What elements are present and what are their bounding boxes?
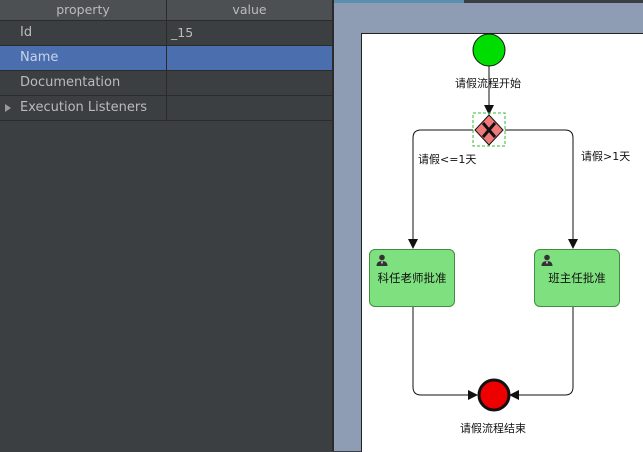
user-task-left[interactable]: 科任老师批准 [369, 249, 455, 307]
end-event-label: 请假流程结束 [460, 422, 526, 435]
task-right-label: 班主任批准 [548, 271, 606, 285]
sequence-flows [408, 33, 578, 412]
end-event[interactable] [477, 378, 511, 412]
flow-left-label: 请假<=1天 [418, 153, 477, 166]
flow-right-label: 请假>1天 [581, 150, 631, 163]
flow-gateway-to-right-task[interactable] [505, 129, 578, 249]
flow-left-task-to-end[interactable] [412, 306, 478, 400]
flow-gateway-to-left-task[interactable] [408, 129, 473, 249]
user-icon [376, 254, 388, 266]
user-task-right[interactable]: 班主任批准 [534, 249, 620, 307]
task-left-label: 科任老师批准 [377, 271, 447, 285]
start-event-label: 请假流程开始 [455, 77, 521, 90]
user-icon [541, 254, 553, 266]
start-event[interactable] [472, 33, 506, 67]
flow-right-task-to-end[interactable] [509, 306, 574, 400]
